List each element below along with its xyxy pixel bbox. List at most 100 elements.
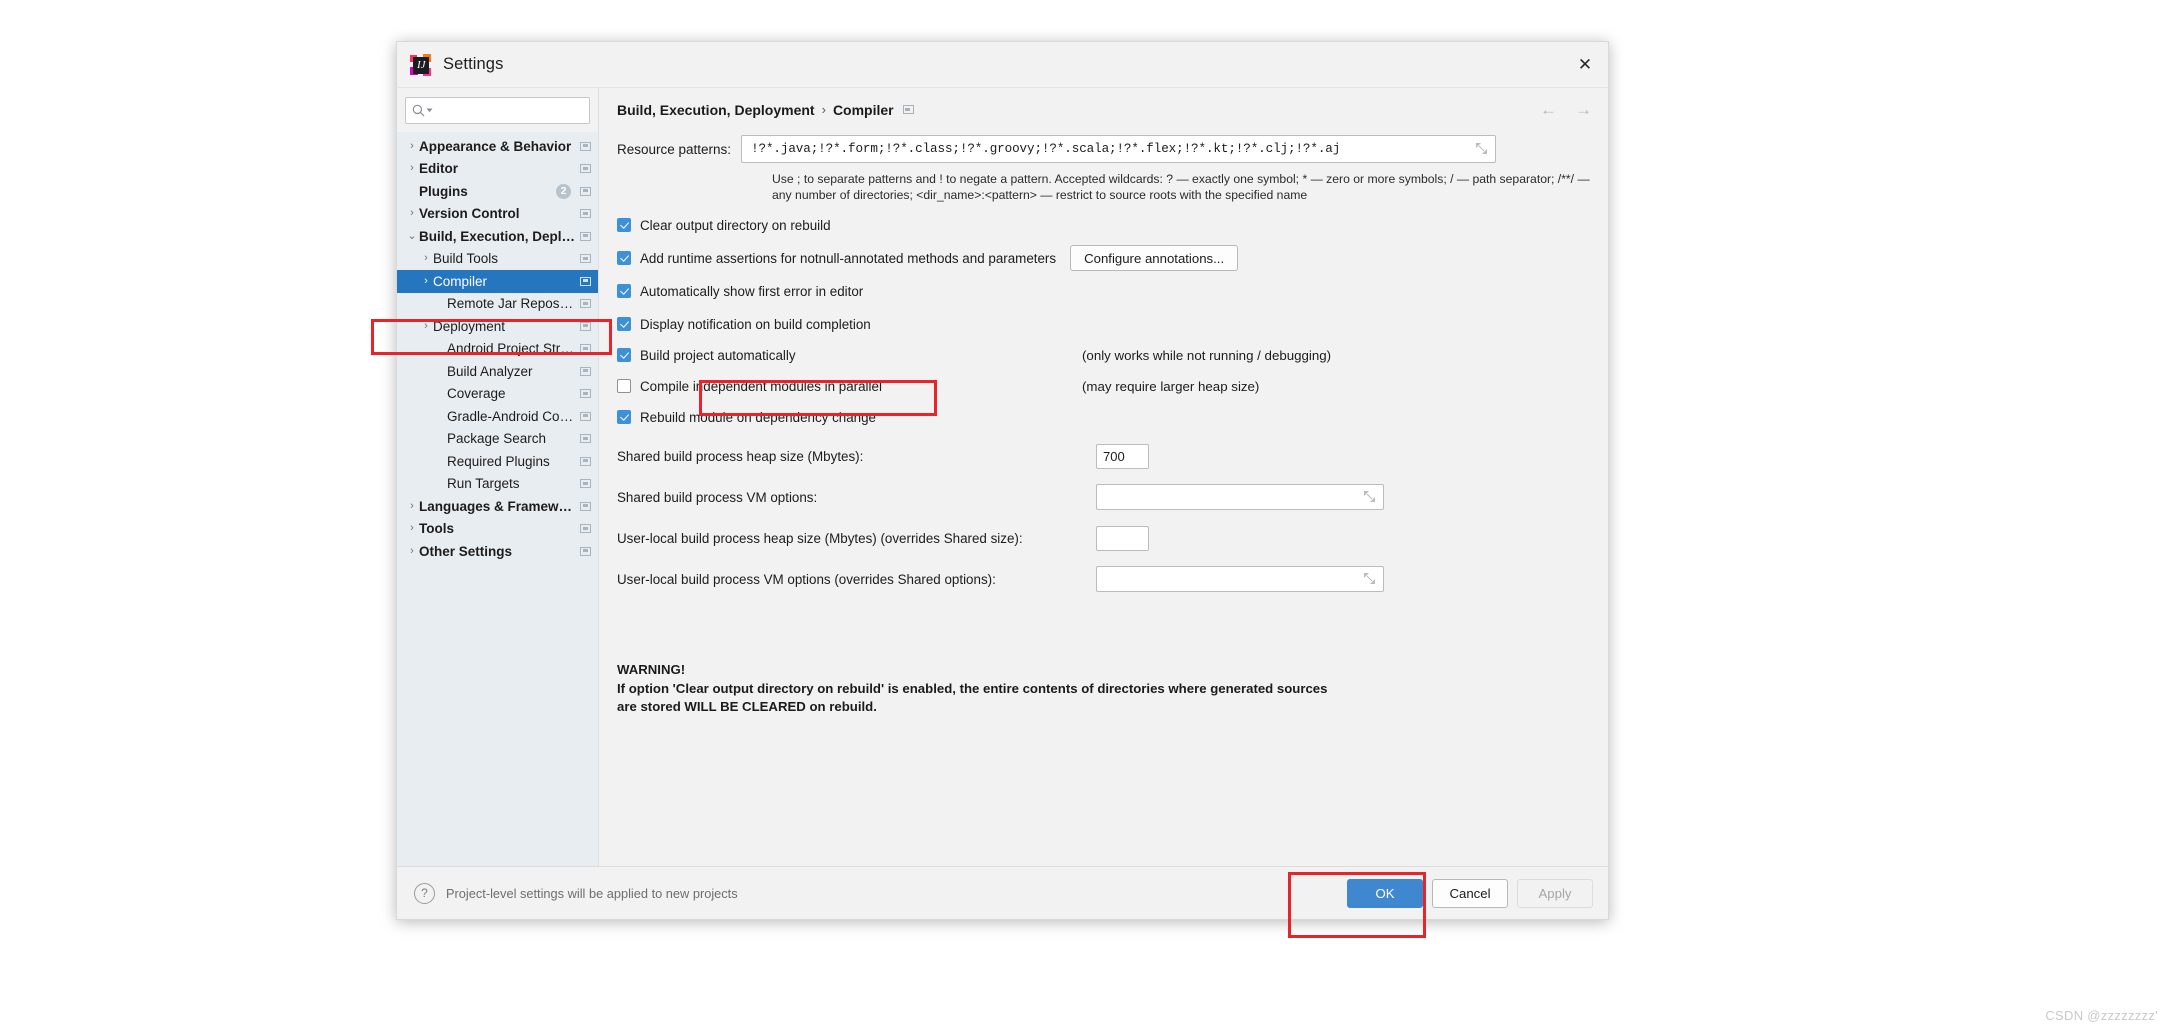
sidebar-item-label: Version Control	[419, 206, 520, 222]
sidebar-item-version-control[interactable]: › Version Control	[397, 203, 598, 226]
sidebar-item-deployment[interactable]: › Deployment	[397, 315, 598, 338]
chevron-right-icon[interactable]: ›	[405, 523, 419, 534]
project-scope-icon	[580, 344, 591, 354]
project-scope-icon	[902, 105, 914, 114]
option-note: (may require larger heap size)	[1082, 378, 1260, 394]
checkbox-label[interactable]: Clear output directory on rebuild	[640, 218, 831, 233]
project-scope-icon	[580, 524, 591, 534]
forward-arrow-icon[interactable]: →	[1575, 100, 1592, 120]
sidebar-item-languages-frameworks[interactable]: › Languages & Frameworks	[397, 495, 598, 518]
project-scope-icon	[580, 366, 591, 376]
expand-icon[interactable]	[1472, 142, 1491, 157]
sidebar-item-run-targets[interactable]: Run Targets	[397, 473, 598, 496]
checkbox-add-runtime-assertions-for-notnull-annotated-methods-and-parameters[interactable]	[617, 251, 631, 266]
input-shared-build-process-vm-options[interactable]	[1103, 488, 1360, 506]
input-wrapper-user-local-build-process-vm-options-overrides-shared-options[interactable]	[1096, 566, 1384, 593]
option-row-display-notification-on-build-completion: Display notification on build completion	[617, 313, 1590, 335]
window-title: Settings	[443, 55, 504, 73]
project-scope-icon	[580, 164, 591, 174]
title-bar: IJ Settings ✕	[397, 42, 1608, 88]
checkbox-clear-output-directory-on-rebuild[interactable]	[617, 218, 631, 233]
option-row-add-runtime-assertions-for-notnull-annotated-methods-and-parameters: Add runtime assertions for notnull-annot…	[617, 245, 1590, 272]
expand-icon[interactable]	[1360, 572, 1379, 587]
checkbox-build-project-automatically[interactable]	[617, 348, 631, 363]
chevron-down-icon[interactable]: ⌄	[405, 230, 419, 242]
expand-icon[interactable]	[1360, 490, 1379, 505]
chevron-right-icon[interactable]: ›	[419, 253, 433, 264]
resource-patterns-input[interactable]	[749, 141, 1473, 157]
search-box[interactable]	[405, 97, 590, 124]
sidebar-item-build-execution-deployment[interactable]: ⌄Build, Execution, Deployment	[397, 225, 598, 248]
sidebar-item-package-search[interactable]: Package Search	[397, 428, 598, 451]
checkbox-label[interactable]: Add runtime assertions for notnull-annot…	[640, 251, 1056, 266]
sidebar-item-label: Gradle-Android Compiler	[447, 408, 576, 424]
sidebar-item-compiler[interactable]: › Compiler	[397, 270, 598, 293]
sidebar-item-plugins[interactable]: Plugins 2	[397, 180, 598, 203]
project-scope-icon	[580, 141, 591, 151]
sidebar-item-label: Build, Execution, Deployment	[419, 228, 576, 244]
cancel-button[interactable]: Cancel	[1432, 878, 1508, 908]
checkbox-label[interactable]: Automatically show first error in editor	[640, 284, 863, 299]
project-scope-icon	[580, 546, 591, 556]
search-input[interactable]	[437, 102, 583, 119]
checkbox-label[interactable]: Display notification on build completion	[640, 317, 871, 332]
apply-button[interactable]: Apply	[1517, 878, 1593, 908]
settings-sidebar: › Appearance & Behavior › Editor Plugins 2 › Ve…	[397, 88, 599, 866]
sidebar-item-remote-jar-repositories[interactable]: Remote Jar Repositories	[397, 293, 598, 316]
sidebar-item-label: Languages & Frameworks	[419, 498, 576, 514]
checkbox-label[interactable]: Build project automatically	[640, 348, 796, 363]
chevron-right-icon[interactable]: ›	[405, 500, 419, 512]
sidebar-item-label: Tools	[419, 521, 454, 537]
back-arrow-icon[interactable]: ←	[1540, 100, 1557, 120]
checkbox-compile-independent-modules-in-parallel[interactable]	[617, 379, 631, 394]
field-label: User-local build process VM options (ove…	[617, 571, 996, 587]
checkbox-label[interactable]: Compile independent modules in parallel	[640, 379, 882, 394]
build-process-fields: Shared build process heap size (Mbytes):…	[617, 443, 1590, 593]
input-shared-build-process-heap-size-mbytes[interactable]	[1096, 443, 1149, 469]
sidebar-item-editor[interactable]: › Editor	[397, 158, 598, 181]
ok-button[interactable]: OK	[1347, 878, 1423, 908]
sidebar-item-build-tools[interactable]: › Build Tools	[397, 248, 598, 271]
sidebar-item-appearance-behavior[interactable]: › Appearance & Behavior	[397, 135, 598, 158]
input-user-local-build-process-heap-size-mbytes-overrides-shared-size[interactable]	[1096, 525, 1149, 551]
sidebar-item-build-analyzer[interactable]: Build Analyzer	[397, 360, 598, 383]
resource-patterns-row: Resource patterns:	[617, 135, 1590, 163]
chevron-right-icon[interactable]: ›	[405, 208, 419, 219]
option-row-clear-output-directory-on-rebuild: Clear output directory on rebuild	[617, 214, 1590, 236]
plugins-update-badge: 2	[556, 183, 571, 199]
help-icon[interactable]: ?	[414, 882, 435, 904]
sidebar-item-gradle-android-compiler[interactable]: Gradle-Android Compiler	[397, 405, 598, 428]
checkbox-rebuild-module-on-dependency-change[interactable]	[617, 410, 631, 425]
project-scope-icon	[580, 276, 591, 286]
close-icon[interactable]: ✕	[1562, 42, 1608, 87]
option-row-compile-independent-modules-in-parallel: Compile independent modules in parallel (…	[617, 375, 1590, 397]
project-scope-icon	[580, 389, 591, 399]
resource-patterns-field[interactable]	[741, 135, 1497, 163]
option-row-build-project-automatically: Build project automatically (only works w…	[617, 344, 1590, 366]
chevron-right-icon[interactable]: ›	[419, 275, 433, 287]
breadcrumb-root[interactable]: Build, Execution, Deployment	[617, 102, 815, 118]
nav-arrows: ← →	[1540, 100, 1592, 120]
chevron-right-icon[interactable]: ›	[405, 545, 419, 557]
sidebar-item-coverage[interactable]: Coverage	[397, 383, 598, 406]
sidebar-item-label: Editor	[419, 161, 458, 177]
chevron-right-icon[interactable]: ›	[405, 163, 419, 174]
sidebar-item-label: Compiler	[433, 273, 488, 289]
checkbox-display-notification-on-build-completion[interactable]	[617, 317, 631, 332]
field-row-shared-build-process-vm-options: Shared build process VM options:	[617, 484, 1590, 511]
configure-annotations-button[interactable]: Configure annotations...	[1070, 245, 1239, 272]
checkbox-automatically-show-first-error-in-editor[interactable]	[617, 284, 631, 299]
settings-main-panel: Build, Execution, Deployment › Compiler …	[599, 88, 1608, 866]
search-area	[397, 88, 598, 132]
settings-dialog: IJ Settings ✕ › Appearance & Behavior › …	[396, 41, 1609, 920]
sidebar-item-other-settings[interactable]: › Other Settings	[397, 540, 598, 563]
sidebar-item-android-project-structure[interactable]: Android Project Structure	[397, 338, 598, 361]
sidebar-item-label: Run Targets	[447, 476, 520, 492]
chevron-right-icon[interactable]: ›	[419, 320, 433, 332]
sidebar-item-tools[interactable]: › Tools	[397, 518, 598, 541]
checkbox-label[interactable]: Rebuild module on dependency change	[640, 410, 876, 425]
sidebar-item-required-plugins[interactable]: Required Plugins	[397, 450, 598, 473]
input-user-local-build-process-vm-options-overrides-shared-options[interactable]	[1103, 570, 1360, 588]
input-wrapper-shared-build-process-vm-options[interactable]	[1096, 484, 1384, 511]
chevron-right-icon[interactable]: ›	[405, 140, 419, 152]
